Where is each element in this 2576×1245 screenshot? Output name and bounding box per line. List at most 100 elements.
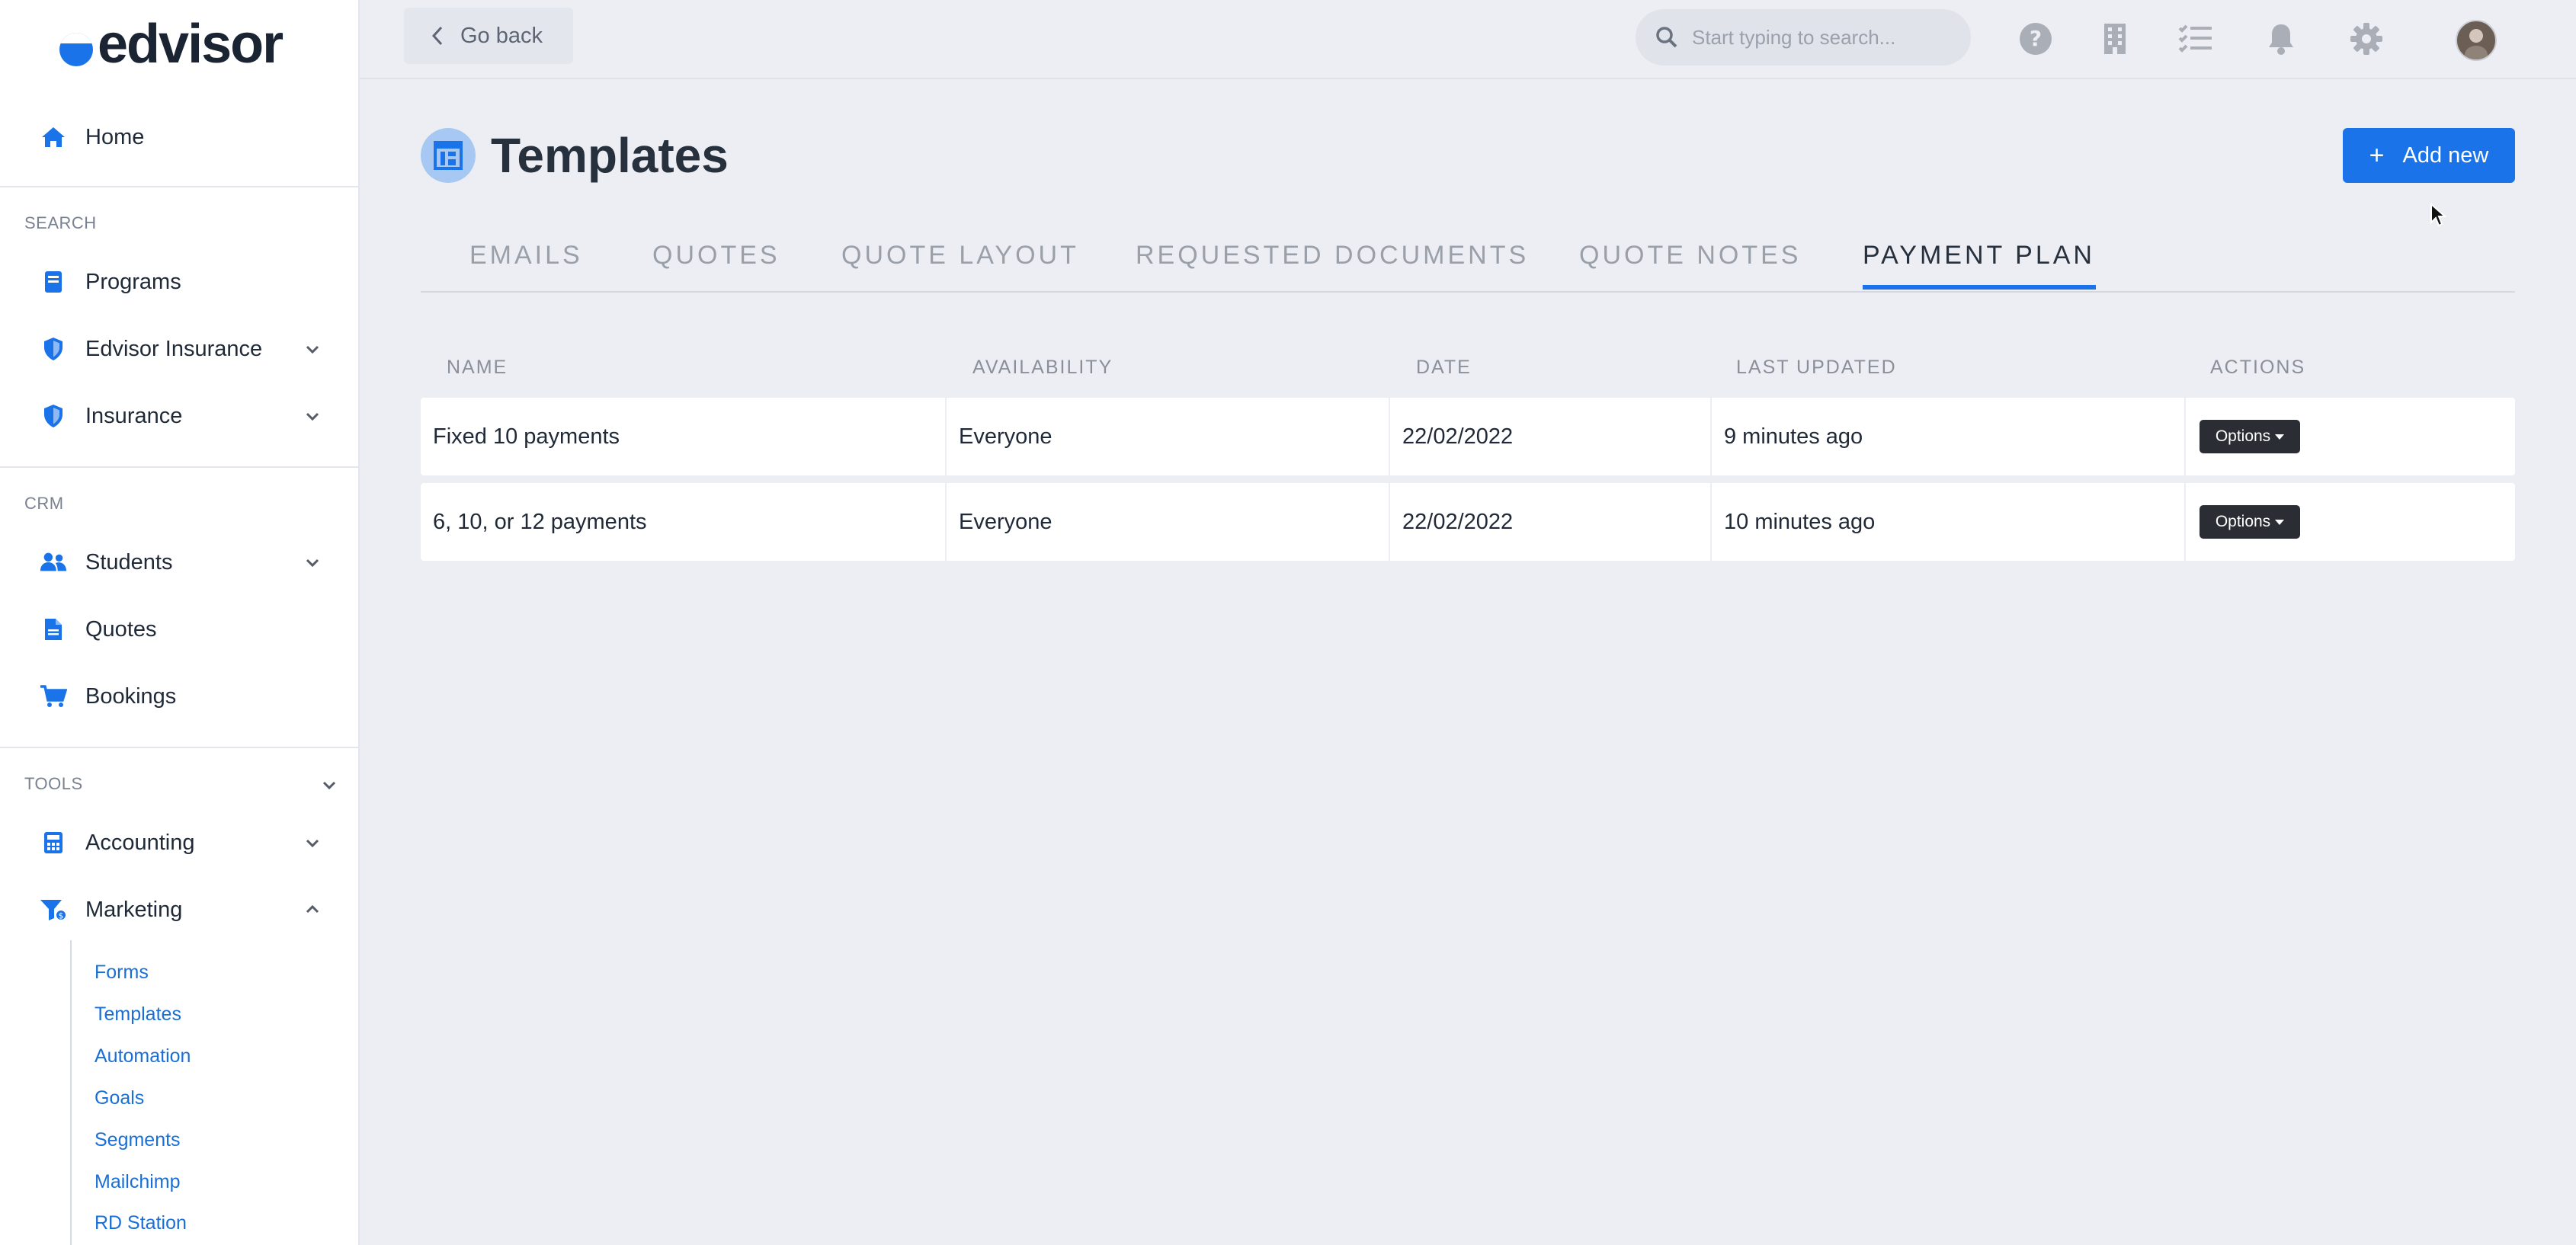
column-header-actions: ACTIONS [2210,357,2306,378]
sidebar-item-quotes[interactable]: Quotes [0,596,358,663]
avatar[interactable] [2456,20,2497,61]
sidebar-item-home[interactable]: Home [0,104,358,171]
sidebar-item-label: Edvisor Insurance [85,336,263,361]
column-header-last-updated: LAST UPDATED [1736,357,1897,378]
sidebar-divider [0,747,358,748]
cell-name: 6, 10, or 12 payments [433,509,647,534]
chevron-up-icon [303,901,322,919]
table-row[interactable]: Fixed 10 payments Everyone 22/02/2022 9 … [421,398,2515,475]
chevron-down-icon[interactable] [320,776,338,794]
cell-name: Fixed 10 payments [433,424,620,449]
sidebar-item-label: Quotes [85,616,157,642]
options-label: Options [2215,513,2271,530]
edvisor-logo[interactable]: edvisor [59,14,284,75]
sidebar-divider [0,186,358,187]
logo-mark-icon [59,33,93,66]
bell-icon[interactable] [2264,21,2299,56]
tab-quotes[interactable]: QUOTES [652,241,780,270]
template-tabs: EMAILS QUOTES QUOTE LAYOUT REQUESTED DOC… [421,226,2515,293]
sidebar-subitem-automation[interactable]: Automation [95,1045,191,1067]
add-new-label: Add new [2402,142,2489,168]
chevron-left-icon [431,26,444,46]
shield-icon [40,402,67,430]
sidebar-item-label: Bookings [85,683,177,709]
options-label: Options [2215,427,2271,445]
cell-availability: Everyone [945,483,1389,561]
column-header-date: DATE [1416,357,1472,378]
table-row[interactable]: 6, 10, or 12 payments Everyone 22/02/202… [421,483,2515,561]
sidebar-subitem-segments[interactable]: Segments [95,1129,181,1151]
users-icon [40,549,67,576]
page-title: Templates [491,128,729,183]
sidebar-item-students[interactable]: Students [0,529,358,596]
sidebar-item-insurance[interactable]: Insurance [0,382,358,450]
sidebar-item-bookings[interactable]: Bookings [0,663,358,730]
cell-actions: Options [2184,398,2515,475]
section-label-search: SEARCH [24,213,97,232]
tab-emails[interactable]: EMAILS [469,241,583,270]
sidebar-subitem-goals[interactable]: Goals [95,1087,144,1109]
sidebar-item-label: Accounting [85,830,195,855]
section-label-tools: TOOLS [24,774,83,793]
gear-icon[interactable] [2349,21,2384,56]
chevron-down-icon [303,553,322,571]
caret-down-icon [2275,519,2285,525]
sidebar-item-marketing[interactable]: $ Marketing [0,876,358,943]
sidebar-item-label: Programs [85,269,181,294]
sidebar-item-label: Students [85,549,173,574]
search-bar[interactable] [1636,9,1971,66]
sidebar: edvisor Home SEARCH Programs Edvisor Ins… [0,0,360,1245]
calculator-icon [40,829,67,856]
submenu-rail [70,940,72,1245]
shield-icon [40,335,67,363]
sidebar-item-label: Insurance [85,403,183,428]
sidebar-subitem-rd-station[interactable]: RD Station [95,1212,187,1234]
tab-quote-layout[interactable]: QUOTE LAYOUT [841,241,1079,270]
plus-icon: + [2369,141,2385,170]
top-bar [360,0,2576,79]
cell-last-updated: 9 minutes ago [1710,398,2184,475]
cell-availability: Everyone [945,398,1389,475]
sidebar-item-accounting[interactable]: Accounting [0,809,358,876]
sidebar-item-edvisor-insurance[interactable]: Edvisor Insurance [0,315,358,382]
section-label-crm: CRM [24,494,64,513]
go-back-label: Go back [460,23,543,48]
svg-text:?: ? [2030,26,2042,51]
tab-payment-plan[interactable]: PAYMENT PLAN [1863,241,2095,270]
building-icon[interactable] [2097,21,2132,56]
search-icon [1655,26,1678,49]
cart-icon [40,683,67,710]
help-icon[interactable]: ? [2018,21,2053,56]
tab-quote-notes[interactable]: QUOTE NOTES [1579,241,1801,270]
sidebar-item-label: Home [85,124,145,149]
sidebar-subitem-templates[interactable]: Templates [95,1003,181,1026]
cell-date: 22/02/2022 [1389,398,1710,475]
document-icon [40,616,67,643]
options-dropdown-button[interactable]: Options [2200,505,2300,539]
logo-text: edvisor [98,14,284,75]
options-dropdown-button[interactable]: Options [2200,420,2300,453]
column-header-availability: AVAILABILITY [972,357,1113,378]
tab-requested-documents[interactable]: REQUESTED DOCUMENTS [1136,241,1529,270]
home-icon [40,123,67,151]
column-header-name: NAME [447,357,508,378]
funnel-icon: $ [40,896,67,923]
sidebar-subitem-mailchimp[interactable]: Mailchimp [95,1171,181,1193]
templates-page-icon [421,128,476,183]
cell-last-updated: 10 minutes ago [1710,483,2184,561]
add-new-button[interactable]: + Add new [2343,128,2515,183]
search-input[interactable] [1692,25,1966,50]
sidebar-item-programs[interactable]: Programs [0,248,358,315]
chevron-down-icon [303,407,322,425]
sidebar-divider [0,466,358,468]
sidebar-subitem-forms[interactable]: Forms [95,962,149,984]
active-tab-indicator [1863,285,2096,290]
go-back-button[interactable]: Go back [404,8,573,64]
sidebar-item-label: Marketing [85,897,183,922]
chevron-down-icon [303,340,322,358]
cell-actions: Options [2184,483,2515,561]
mouse-cursor-icon [2430,203,2448,229]
chevron-down-icon [303,834,322,852]
caret-down-icon [2275,434,2285,440]
checklist-icon[interactable] [2178,21,2213,56]
